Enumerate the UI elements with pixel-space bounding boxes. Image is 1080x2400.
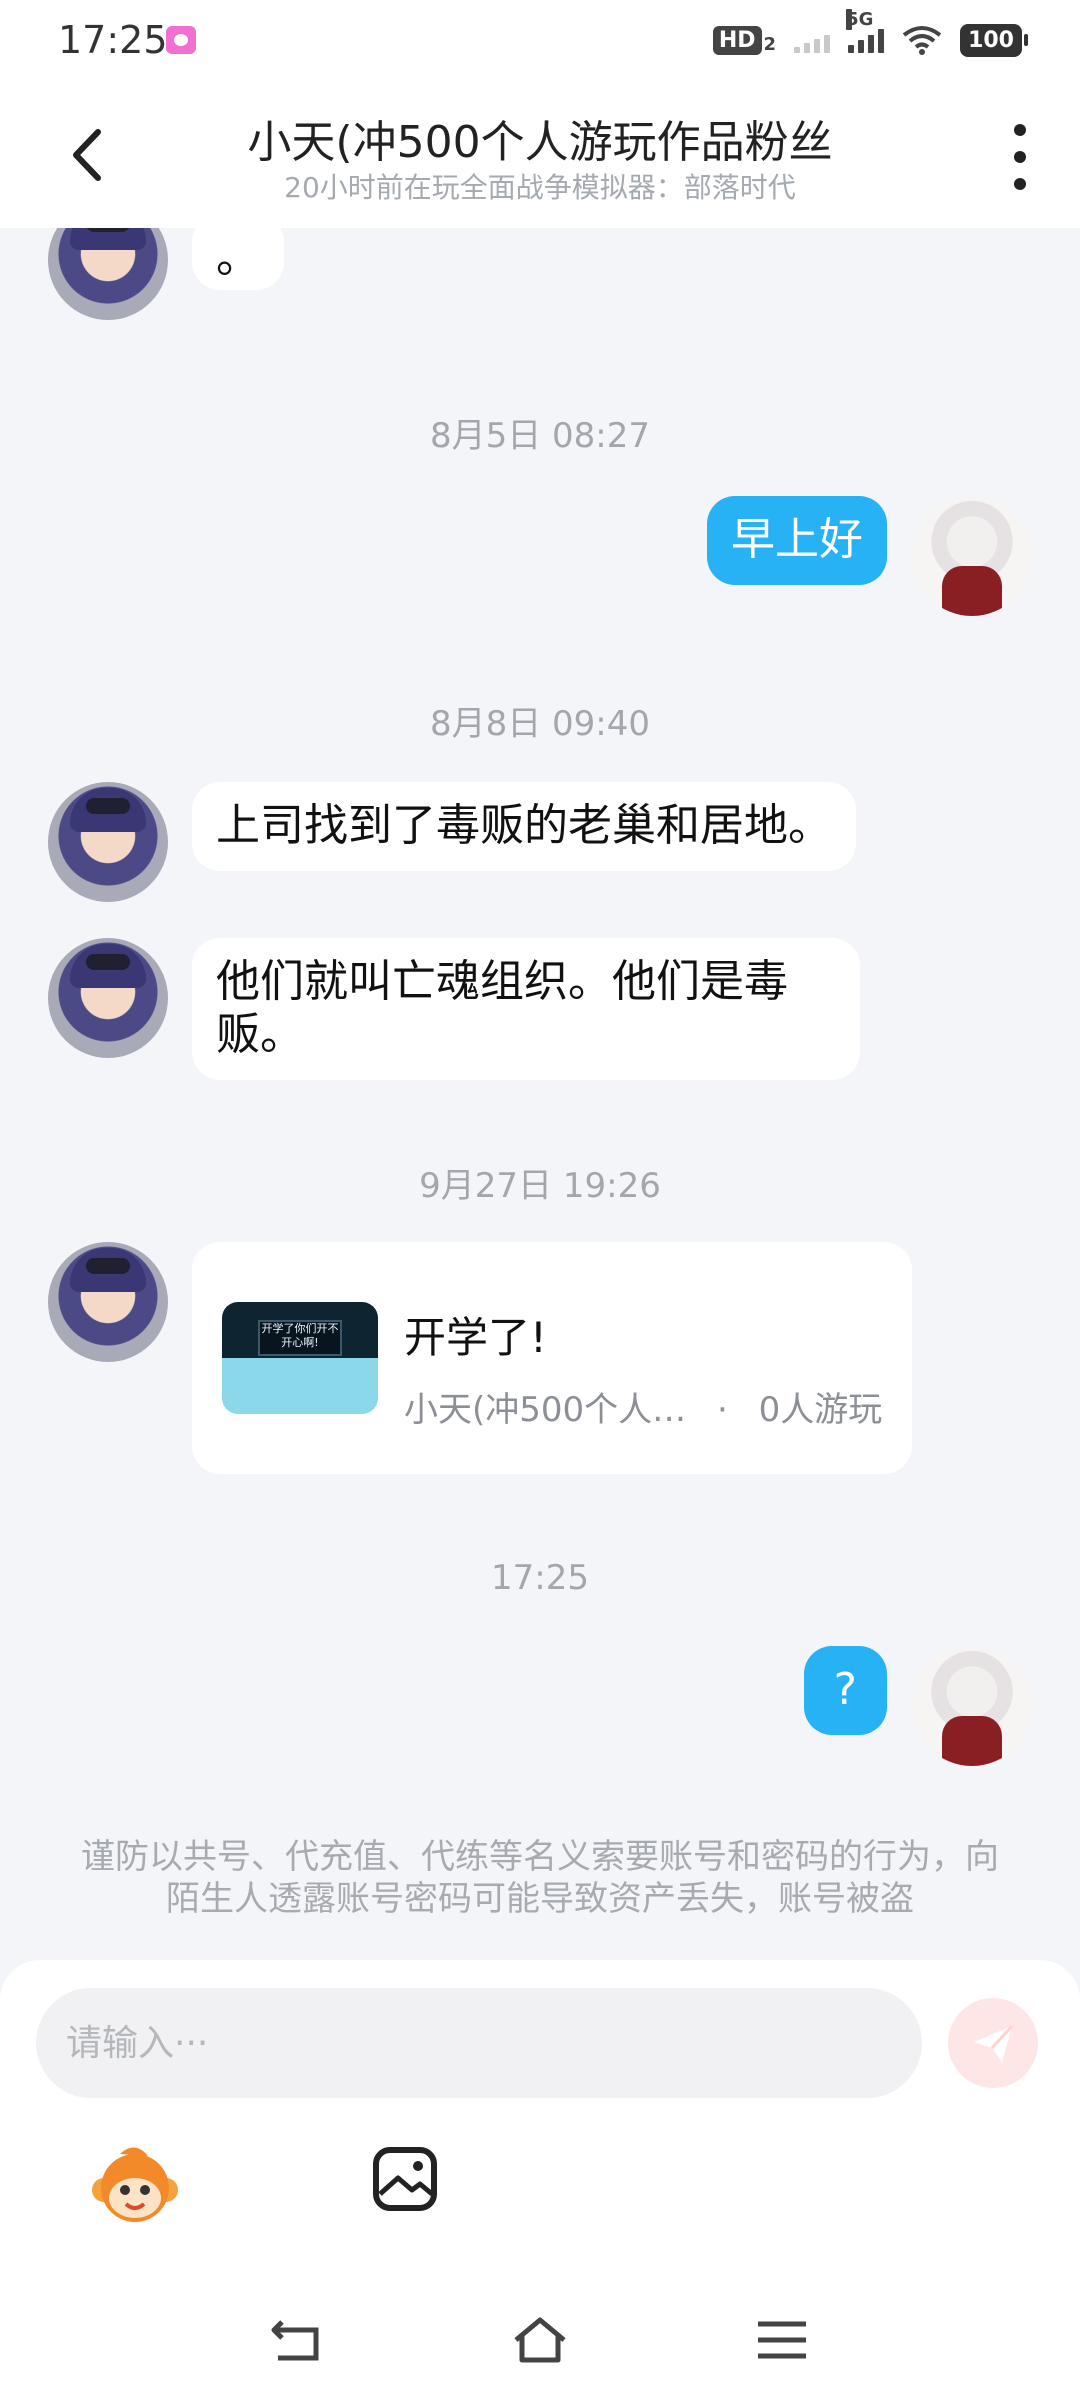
security-warning: 谨防以共号、代充值、代练等名义索要账号和密码的行为，向陌生人透露账号密码可能导致… [81, 1837, 999, 1919]
notification-icon [166, 26, 196, 54]
message-input-box[interactable] [36, 1988, 922, 2098]
message-bubble[interactable]: 他们就叫亡魂组织。他们是毒贩。 [192, 938, 860, 1080]
monkey-emoji-icon[interactable] [90, 2140, 180, 2230]
shared-game-card[interactable]: 开学了你们开不开心啊! 开学了! 小天(冲500个人… · 0人游玩 [192, 1242, 912, 1474]
battery-icon: 100 [960, 23, 1028, 57]
friend-avatar[interactable] [48, 228, 168, 320]
nav-back-icon[interactable] [270, 2316, 326, 2364]
friend-avatar[interactable] [48, 782, 168, 902]
game-title: 开学了! [404, 1313, 547, 1362]
thumbnail-sign-text: 开学了你们开不开心啊! [258, 1320, 342, 1356]
wifi-icon [902, 26, 942, 55]
game-plays: 0人游玩 [758, 1390, 883, 1430]
status-time: 17:25 [58, 18, 168, 62]
system-nav-bar [0, 2280, 1080, 2400]
more-vertical-icon[interactable] [1000, 124, 1040, 190]
send-button[interactable] [948, 1998, 1038, 2088]
message-bubble[interactable]: 上司找到了毒贩的老巢和居地。 [192, 782, 856, 871]
timestamp: 17:25 [491, 1558, 589, 1598]
status-icons: HD 2 5G 100 [712, 9, 1028, 60]
signal-sim1-icon [794, 27, 831, 53]
chat-subtitle: 20小时前在玩全面战争模拟器：部落时代 [284, 171, 796, 204]
message-bubble[interactable]: 。 [192, 228, 284, 290]
nav-menu-icon[interactable] [754, 2316, 810, 2364]
chat-header: 小天(冲500个人游玩作品粉丝 20小时前在玩全面战争模拟器：部落时代 [0, 80, 1080, 228]
message-bubble-self[interactable]: 早上好 [707, 496, 887, 585]
message-input[interactable] [36, 1988, 922, 2098]
game-thumbnail: 开学了你们开不开心啊! [222, 1302, 378, 1414]
message-list[interactable]: 。 8月5日 08:27 早上好 8月8日 09:40 上司找到了毒贩的老巢和居… [0, 228, 1080, 1960]
nav-home-icon[interactable] [512, 2316, 568, 2364]
message-bubble-self[interactable]: ? [803, 1646, 887, 1735]
timestamp: 8月5日 08:27 [429, 416, 651, 456]
friend-avatar[interactable] [48, 1242, 168, 1362]
status-bar: 17:25 HD 2 5G 100 [0, 0, 1080, 80]
timestamp: 8月8日 09:40 [429, 704, 651, 744]
self-avatar[interactable] [912, 1646, 1032, 1766]
image-icon[interactable] [372, 2146, 438, 2212]
game-author: 小天(冲500个人… [404, 1390, 687, 1430]
timestamp: 9月27日 19:26 [419, 1166, 661, 1206]
friend-avatar[interactable] [48, 938, 168, 1058]
self-avatar[interactable] [912, 496, 1032, 616]
chat-title: 小天(冲500个人游玩作品粉丝 [247, 117, 833, 168]
signal-5g-icon: 5G [846, 9, 885, 53]
hd-voice-icon: HD 2 [712, 25, 776, 55]
meta-separator: · [716, 1390, 728, 1430]
game-meta: 小天(冲500个人… · 0人游玩 [404, 1382, 882, 1431]
paper-plane-icon [974, 2024, 1014, 2062]
